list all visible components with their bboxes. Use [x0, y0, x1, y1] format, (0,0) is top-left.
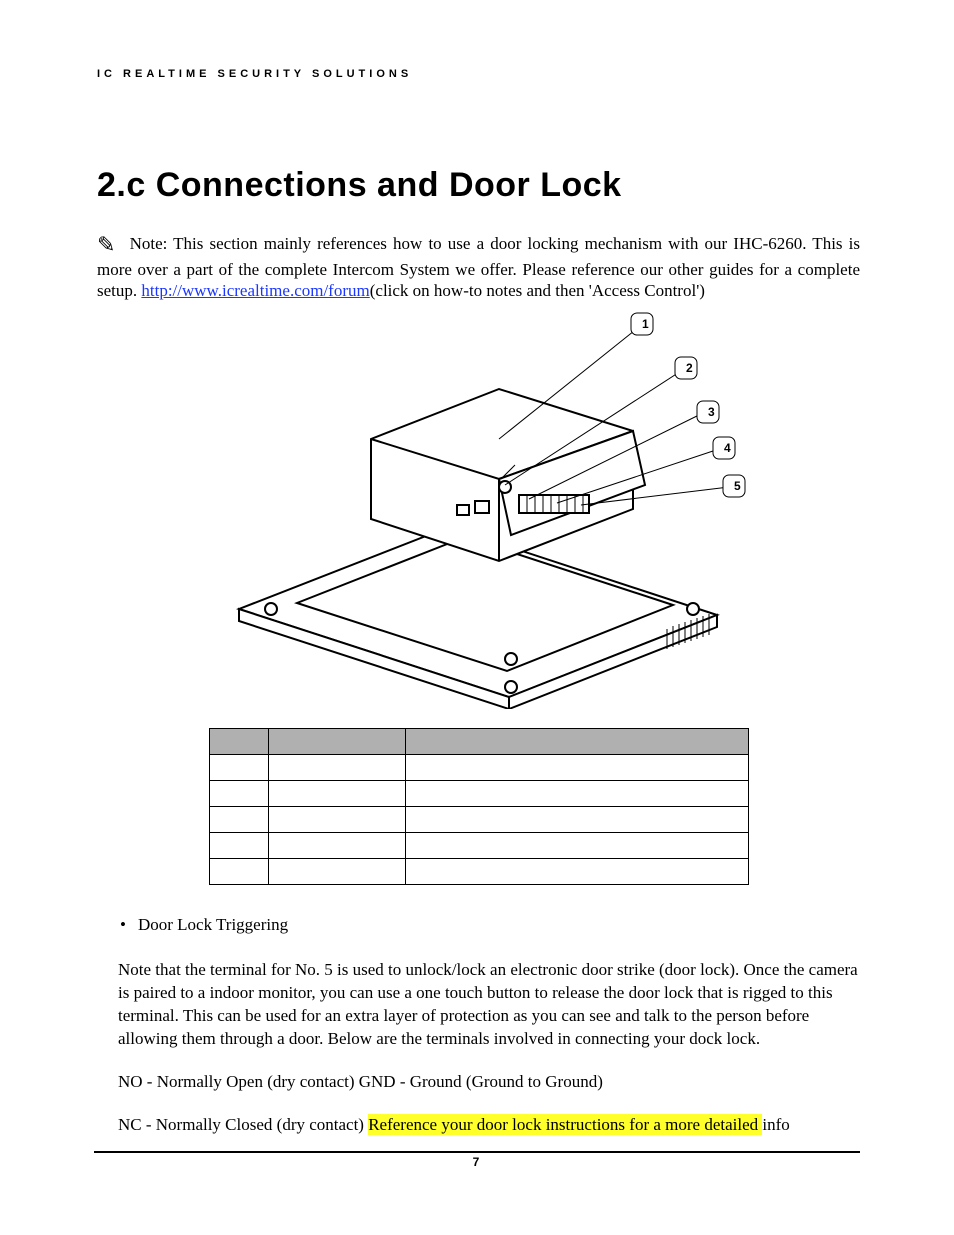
forum-link[interactable]: http://www.icrealtime.com/forum	[141, 281, 369, 300]
callout-5: 5	[734, 479, 741, 493]
table-row	[209, 781, 748, 807]
line-no-gnd: NO - Normally Open (dry contact) GND - G…	[118, 1071, 860, 1094]
table-cell	[209, 781, 268, 807]
table-cell	[268, 859, 405, 885]
callout-3: 3	[708, 405, 715, 419]
table-row	[209, 807, 748, 833]
running-header: IC REALTIME SECURITY SOLUTIONS	[97, 68, 860, 80]
table-cell	[209, 807, 268, 833]
table-cell	[268, 833, 405, 859]
page-number: 7	[473, 1155, 482, 1169]
nc-text-tail: info	[762, 1115, 789, 1134]
paragraph-description: Note that the terminal for No. 5 is used…	[118, 959, 860, 1051]
note-paragraph: ✎ Note: This section mainly references h…	[97, 231, 860, 301]
table-cell	[268, 781, 405, 807]
table-cell	[405, 755, 748, 781]
page-footer: 7	[94, 1151, 860, 1169]
table-cell	[405, 833, 748, 859]
table-cell	[209, 833, 268, 859]
table-cell	[405, 859, 748, 885]
callout-1: 1	[642, 317, 649, 331]
table-header-row	[209, 729, 748, 755]
table-header-cell	[209, 729, 268, 755]
device-svg: 1 2 3 4 5	[199, 309, 759, 709]
table-header-cell	[405, 729, 748, 755]
document-page: IC REALTIME SECURITY SOLUTIONS 2.c Conne…	[0, 0, 954, 1235]
table-cell	[405, 807, 748, 833]
callout-4: 4	[724, 441, 731, 455]
table-row	[209, 833, 748, 859]
nc-highlight: Reference your door lock instructions fo…	[368, 1114, 762, 1135]
section-title: 2.c Connections and Door Lock	[97, 166, 860, 205]
pencil-icon: ✎	[97, 231, 115, 259]
table-cell	[405, 781, 748, 807]
bullet-door-lock-triggering: Door Lock Triggering	[118, 915, 860, 935]
line-nc: NC - Normally Closed (dry contact) Refer…	[118, 1114, 860, 1137]
device-diagram: 1 2 3 4 5	[97, 309, 860, 714]
connections-table	[209, 728, 749, 885]
table-cell	[209, 755, 268, 781]
nc-text: NC - Normally Closed (dry contact)	[118, 1115, 368, 1134]
body-section: Door Lock Triggering Note that the termi…	[97, 915, 860, 1137]
table-header-cell	[268, 729, 405, 755]
table-cell	[209, 859, 268, 885]
note-text-post: (click on how-to notes and then 'Access …	[370, 281, 705, 300]
callout-2: 2	[686, 361, 693, 375]
table-cell	[268, 755, 405, 781]
table-row	[209, 859, 748, 885]
table-cell	[268, 807, 405, 833]
table-row	[209, 755, 748, 781]
